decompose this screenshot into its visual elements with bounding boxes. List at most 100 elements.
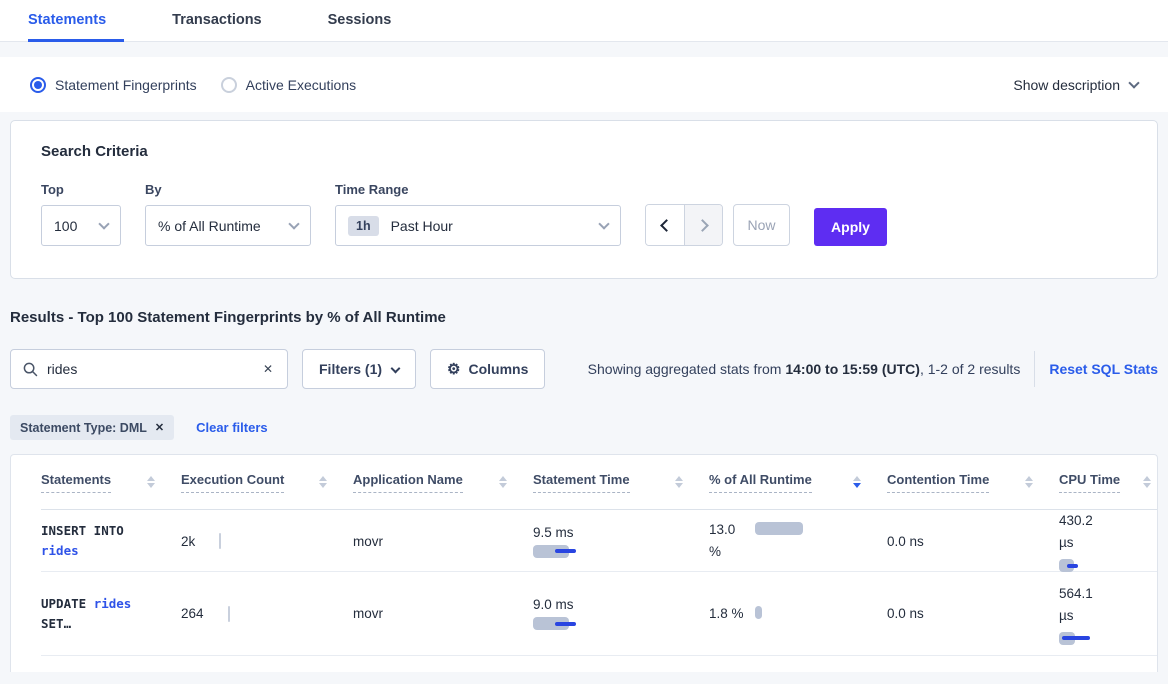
chevron-left-icon	[660, 219, 673, 232]
top-field: Top 100	[41, 182, 121, 246]
table-header-row: Statements Execution Count Application N…	[41, 455, 1157, 510]
show-description-toggle[interactable]: Show description	[1013, 77, 1138, 93]
column-header-label[interactable]: Contention Time	[887, 472, 989, 493]
time-range-field: Time Range 1h Past Hour	[335, 182, 621, 246]
now-button[interactable]: Now	[733, 204, 790, 246]
chevron-down-icon	[98, 218, 109, 229]
search-criteria-fields: Top 100 By % of All Runtime Time Range 1…	[41, 182, 1137, 246]
column-header-application-name: Application Name	[353, 472, 533, 493]
execution-count-minibar	[228, 606, 230, 622]
application-name-cell: movr	[353, 534, 533, 549]
tab-transactions[interactable]: Transactions	[172, 12, 279, 42]
showing-stats-text: Showing aggregated stats from 14:00 to 1…	[588, 361, 1021, 377]
time-range-badge: 1h	[348, 216, 379, 236]
execution-count-cell: 2k	[181, 533, 353, 549]
column-header-label[interactable]: % of All Runtime	[709, 472, 812, 493]
by-label: By	[145, 182, 311, 197]
search-icon	[23, 362, 38, 377]
column-header-runtime-pct: % of All Runtime	[709, 472, 887, 493]
cpu-time-cell: 430.2 µs	[1059, 510, 1157, 572]
statement-search-box[interactable]: ✕	[10, 349, 288, 389]
top-label: Top	[41, 182, 121, 197]
table-row: INSERT INTO rides 2k movr 9.5 ms 13.0 % …	[41, 510, 1157, 572]
clear-search-icon[interactable]: ✕	[261, 360, 275, 378]
chevron-down-icon	[288, 218, 299, 229]
column-header-label[interactable]: Execution Count	[181, 472, 284, 493]
table-row: UPDATE rides SET… 264 movr 9.0 ms 1.8 % …	[41, 572, 1157, 656]
previous-time-window-button[interactable]	[646, 205, 684, 245]
time-range-value: Past Hour	[391, 218, 453, 234]
time-range-label: Time Range	[335, 182, 621, 197]
column-header-statements: Statements	[41, 472, 181, 493]
statement-time-bar	[533, 617, 603, 630]
cpu-time-cell: 564.1 µs	[1059, 583, 1157, 645]
next-time-window-button[interactable]	[684, 205, 722, 245]
apply-button[interactable]: Apply	[814, 208, 887, 246]
chevron-down-icon	[598, 218, 609, 229]
contention-time-cell: 0.0 ns	[887, 606, 1059, 621]
sort-icon[interactable]	[1025, 476, 1033, 489]
clear-filters-link[interactable]: Clear filters	[196, 420, 268, 435]
execution-count-minibar	[219, 533, 221, 549]
radio-selected-icon[interactable]	[30, 77, 46, 93]
statement-time-bar	[533, 545, 603, 558]
time-window-nav	[645, 204, 723, 246]
sort-icon[interactable]	[499, 476, 507, 489]
columns-button-label: Columns	[468, 361, 528, 377]
column-header-statement-time: Statement Time	[533, 472, 709, 493]
reset-sql-stats-link[interactable]: Reset SQL Stats	[1049, 361, 1158, 377]
radio-label: Statement Fingerprints	[55, 77, 197, 93]
runtime-pct-bar	[755, 606, 825, 619]
remove-filter-icon[interactable]: ✕	[155, 421, 164, 434]
statement-type-filter-chip[interactable]: Statement Type: DML ✕	[10, 415, 174, 440]
time-range-select[interactable]: 1h Past Hour	[335, 205, 621, 246]
filters-button[interactable]: Filters (1)	[302, 349, 416, 389]
runtime-pct-bar	[755, 522, 825, 535]
sort-icon[interactable]	[675, 476, 683, 489]
cpu-time-bar	[1059, 632, 1129, 645]
sort-icon[interactable]	[853, 476, 861, 489]
by-select-value: % of All Runtime	[158, 218, 261, 234]
tab-sessions[interactable]: Sessions	[328, 12, 410, 42]
runtime-pct-cell: 13.0 %	[709, 519, 887, 563]
results-controls: ✕ Filters (1) ⚙ Columns Showing aggregat…	[10, 349, 1158, 389]
sql-activity-tabbar: Statements Transactions Sessions	[0, 0, 1168, 42]
statement-time-cell: 9.5 ms	[533, 525, 709, 558]
column-header-label[interactable]: Statement Time	[533, 472, 630, 493]
radio-active-executions[interactable]: Active Executions	[221, 77, 357, 93]
radio-label: Active Executions	[246, 77, 357, 93]
application-name-cell: movr	[353, 606, 533, 621]
column-header-label[interactable]: Statements	[41, 472, 111, 493]
top-select-value: 100	[54, 218, 77, 234]
search-criteria-title: Search Criteria	[41, 143, 1137, 160]
gear-icon: ⚙	[447, 360, 460, 378]
column-header-label[interactable]: CPU Time	[1059, 472, 1120, 493]
column-header-contention-time: Contention Time	[887, 472, 1059, 493]
statement-fingerprint-link[interactable]: UPDATE rides SET…	[41, 594, 181, 634]
filter-chip-label: Statement Type: DML	[20, 421, 147, 435]
show-description-label: Show description	[1013, 77, 1120, 93]
runtime-pct-cell: 1.8 %	[709, 603, 887, 625]
divider	[1034, 351, 1035, 387]
statements-table: Statements Execution Count Application N…	[10, 454, 1158, 672]
statement-fingerprint-link[interactable]: INSERT INTO rides	[41, 521, 181, 561]
statement-time-cell: 9.0 ms	[533, 597, 709, 630]
stats-time-range: 14:00 to 15:59 (UTC)	[785, 361, 920, 377]
top-select[interactable]: 100	[41, 205, 121, 246]
filters-button-label: Filters (1)	[319, 361, 382, 377]
radio-statement-fingerprints[interactable]: Statement Fingerprints	[30, 77, 197, 93]
contention-time-cell: 0.0 ns	[887, 534, 1059, 549]
column-header-label[interactable]: Application Name	[353, 472, 463, 493]
by-field: By % of All Runtime	[145, 182, 311, 246]
by-select[interactable]: % of All Runtime	[145, 205, 311, 246]
tab-statements[interactable]: Statements	[28, 12, 124, 42]
execution-count-cell: 264	[181, 606, 353, 622]
chevron-right-icon	[696, 219, 709, 232]
sort-icon[interactable]	[1143, 476, 1151, 489]
search-input[interactable]	[47, 361, 261, 377]
sort-icon[interactable]	[147, 476, 155, 489]
sort-icon[interactable]	[319, 476, 327, 489]
radio-unselected-icon[interactable]	[221, 77, 237, 93]
columns-button[interactable]: ⚙ Columns	[430, 349, 545, 389]
column-header-cpu-time: CPU Time	[1059, 472, 1157, 493]
